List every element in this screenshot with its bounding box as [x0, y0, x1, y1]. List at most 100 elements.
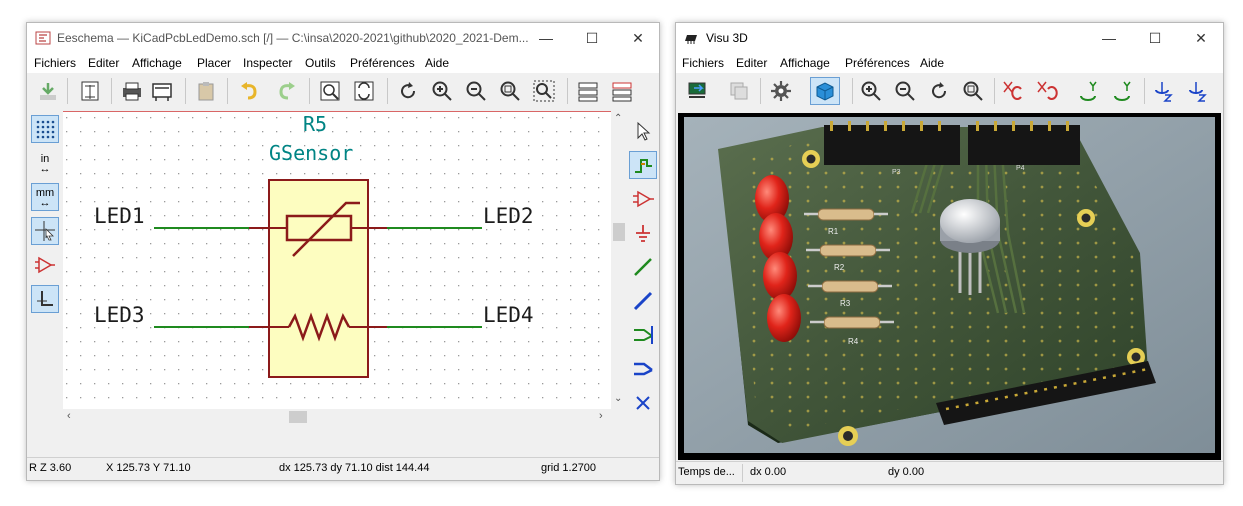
scroll-up-icon[interactable]: ⌃ — [614, 113, 622, 124]
zoom-out-icon[interactable] — [892, 78, 918, 104]
grid-toggle-icon[interactable] — [31, 115, 59, 143]
settings-gear-icon[interactable] — [768, 78, 794, 104]
3d-board-render — [684, 117, 1215, 453]
minimize-button[interactable]: — — [1086, 23, 1132, 53]
highlight-net-icon[interactable] — [629, 151, 657, 179]
reload-board-icon[interactable] — [684, 78, 710, 104]
rotate-z-cw-icon[interactable] — [1150, 78, 1176, 104]
visu3d-toolbar — [676, 73, 1223, 109]
zoom-out-icon[interactable] — [463, 78, 489, 104]
minimize-button[interactable]: — — [523, 23, 569, 53]
net-label-led4[interactable]: LED4 — [483, 303, 534, 327]
menu-preferences[interactable]: Préférences — [350, 56, 415, 70]
units-inch-button[interactable]: in ↔ — [31, 149, 59, 177]
rotate-z-ccw-icon[interactable] — [1184, 78, 1210, 104]
led-4 — [767, 294, 801, 342]
scroll-left-icon[interactable]: ‹ — [67, 410, 71, 422]
status-coords: X 125.73 Y 71.10 — [106, 462, 191, 474]
find-replace-icon[interactable] — [351, 78, 377, 104]
import-icon[interactable] — [35, 78, 61, 104]
scroll-down-icon[interactable]: ⌄ — [614, 393, 622, 404]
menu-affichage[interactable]: Affichage — [132, 56, 182, 70]
rotate-y-cw-icon[interactable] — [1076, 78, 1102, 104]
visu3d-menubar: Fichiers Editer Affichage Préférences Ai… — [676, 53, 1223, 73]
label-p4: P4 — [1016, 165, 1025, 172]
net-label-led3[interactable]: LED3 — [94, 303, 145, 327]
wire-to-bus-entry-icon[interactable] — [629, 321, 657, 349]
led-3 — [763, 252, 797, 300]
horizontal-scrollbar[interactable]: ‹ › — [63, 409, 611, 425]
rotate-x-ccw-icon[interactable] — [1034, 78, 1060, 104]
rotate-x-cw-icon[interactable] — [1000, 78, 1026, 104]
menu-aide[interactable]: Aide — [920, 56, 944, 70]
toolbar-separator — [1144, 78, 1145, 104]
menu-affichage[interactable]: Affichage — [780, 56, 830, 70]
menu-fichiers[interactable]: Fichiers — [682, 56, 724, 70]
refresh-icon[interactable] — [926, 78, 952, 104]
close-button[interactable]: ✕ — [615, 23, 659, 53]
zoom-selection-icon[interactable] — [531, 78, 557, 104]
arrow-horizontal-icon: ↔ — [39, 196, 51, 209]
copy-image-icon[interactable] — [726, 78, 752, 104]
toolbar-separator — [994, 78, 995, 104]
no-connect-icon[interactable] — [629, 389, 657, 417]
raytracing-cube-icon[interactable] — [810, 77, 840, 105]
page-settings-icon[interactable] — [77, 78, 103, 104]
vertical-scrollbar[interactable]: ⌃ ⌄ — [611, 111, 627, 409]
rotate-y-ccw-icon[interactable] — [1110, 78, 1136, 104]
maximize-button[interactable]: ☐ — [1132, 23, 1178, 53]
menu-preferences[interactable]: Préférences — [845, 56, 910, 70]
bus-to-bus-entry-icon[interactable] — [629, 355, 657, 383]
label-r1: R1 — [828, 227, 839, 236]
menu-fichiers[interactable]: Fichiers — [34, 56, 76, 70]
hierarchy-navigator-icon[interactable] — [575, 78, 601, 104]
zoom-in-icon[interactable] — [858, 78, 884, 104]
print-icon[interactable] — [119, 78, 145, 104]
eeschema-menubar: Fichiers Editer Affichage Placer Inspect… — [27, 53, 659, 73]
redo-icon[interactable] — [273, 78, 299, 104]
component-value[interactable]: GSensor — [269, 141, 353, 165]
net-label-led1[interactable]: LED1 — [94, 204, 145, 228]
3d-view-canvas[interactable]: P3 P4 R1 R2 R3 R4 — [678, 113, 1221, 460]
menu-outils[interactable]: Outils — [305, 56, 336, 70]
orthogonal-mode-icon[interactable] — [31, 285, 59, 313]
visu3d-titlebar[interactable]: Visu 3D — ☐ ✕ — [676, 23, 1223, 53]
vertical-scroll-thumb[interactable] — [613, 223, 625, 241]
label-p3: P3 — [892, 169, 901, 176]
plot-icon[interactable] — [149, 78, 175, 104]
add-bus-icon[interactable] — [629, 287, 657, 315]
toolbar-separator — [67, 78, 68, 104]
add-symbol-icon[interactable] — [629, 185, 657, 213]
component-body[interactable] — [268, 179, 369, 378]
full-cursor-icon[interactable] — [31, 217, 59, 245]
scroll-right-icon[interactable]: › — [599, 410, 603, 422]
menu-aide[interactable]: Aide — [425, 56, 449, 70]
zoom-in-icon[interactable] — [429, 78, 455, 104]
zoom-fit-icon[interactable] — [960, 78, 986, 104]
menu-inspecter[interactable]: Inspecter — [243, 56, 292, 70]
undo-icon[interactable] — [237, 78, 263, 104]
leave-sheet-icon[interactable] — [609, 78, 635, 104]
eeschema-titlebar[interactable]: Eeschema — KiCadPcbLedDemo.sch [/] — C:\… — [27, 23, 659, 53]
visu3d-window: Visu 3D — ☐ ✕ Fichiers Editer Affichage … — [675, 22, 1224, 485]
add-power-icon[interactable] — [629, 219, 657, 247]
schematic-canvas[interactable]: R5 GSensor LED1 LED2 LED3 LED4 — [63, 111, 611, 409]
add-wire-icon[interactable] — [629, 253, 657, 281]
select-arrow-icon[interactable] — [629, 117, 657, 145]
maximize-button[interactable]: ☐ — [569, 23, 615, 53]
toolbar-separator — [760, 78, 761, 104]
refresh-icon[interactable] — [395, 78, 421, 104]
find-icon[interactable] — [317, 78, 343, 104]
menu-placer[interactable]: Placer — [197, 56, 231, 70]
hidden-pins-icon[interactable] — [31, 251, 59, 279]
status-grid: grid 1.2700 — [541, 462, 597, 474]
menu-editer[interactable]: Editer — [88, 56, 119, 70]
net-label-led2[interactable]: LED2 — [483, 204, 534, 228]
close-button[interactable]: ✕ — [1178, 23, 1223, 53]
zoom-fit-icon[interactable] — [497, 78, 523, 104]
paste-icon[interactable] — [193, 78, 219, 104]
units-mm-button[interactable]: mm ↔ — [31, 183, 59, 211]
component-reference[interactable]: R5 — [303, 112, 327, 136]
menu-editer[interactable]: Editer — [736, 56, 767, 70]
horizontal-scroll-thumb[interactable] — [289, 411, 307, 423]
